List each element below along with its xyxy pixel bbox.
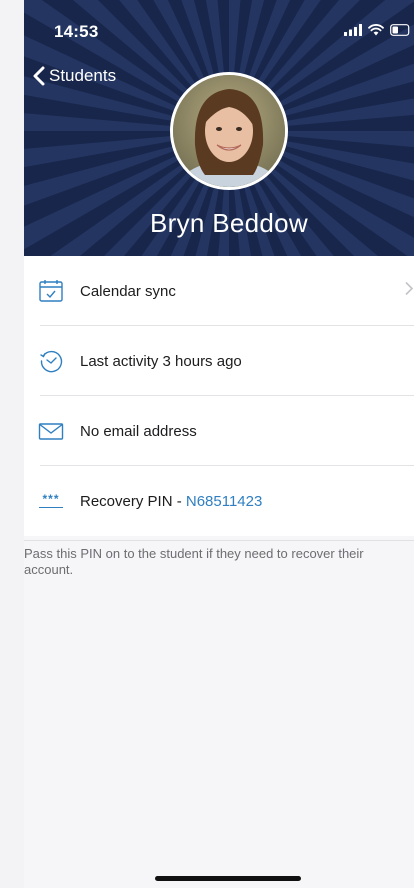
mail-icon bbox=[38, 418, 64, 444]
status-bar: 14:53 bbox=[24, 0, 414, 50]
back-button[interactable]: Students bbox=[32, 66, 116, 86]
calendar-sync-row[interactable]: Calendar sync bbox=[24, 256, 414, 326]
student-name: Bryn Beddow bbox=[150, 208, 308, 238]
profile-header: 14:53 Students Bryn Beddow bbox=[24, 0, 414, 256]
pin-icon-text: *** bbox=[42, 491, 60, 506]
recovery-pin-prefix: Recovery PIN - bbox=[80, 492, 186, 510]
clock-icon bbox=[38, 348, 64, 374]
signal-icon bbox=[344, 24, 362, 36]
recovery-pin-row: *** Recovery PIN - N68511423 bbox=[24, 466, 414, 536]
email-row: No email address bbox=[24, 396, 414, 466]
last-activity-label: Last activity 3 hours ago bbox=[80, 352, 242, 370]
chevron-left-icon bbox=[33, 66, 45, 86]
profile-details-list: Calendar sync Last activity 3 hours ago … bbox=[24, 256, 414, 536]
pin-icon: *** bbox=[38, 488, 64, 514]
email-label: No email address bbox=[80, 422, 197, 440]
calendar-icon bbox=[38, 278, 64, 304]
battery-icon bbox=[390, 24, 410, 36]
recovery-pin-value: N68511423 bbox=[185, 492, 263, 510]
recovery-pin-footnote: Pass this PIN on to the student if they … bbox=[24, 546, 364, 577]
status-time: 14:53 bbox=[54, 22, 99, 41]
last-activity-row: Last activity 3 hours ago bbox=[24, 326, 414, 396]
app-frame: 14:53 Students Bryn Beddow Calendar sync… bbox=[0, 0, 414, 888]
avatar-photo bbox=[173, 75, 285, 187]
pin-icon-underline bbox=[39, 506, 63, 509]
chevron-right-icon bbox=[404, 281, 414, 302]
back-button-label: Students bbox=[49, 66, 117, 85]
recovery-pin-label: Recovery PIN - N68511423 bbox=[80, 493, 262, 510]
list-bottom-border bbox=[24, 540, 414, 541]
phone-screen: 14:53 Students Bryn Beddow Calendar sync… bbox=[24, 0, 414, 888]
left-margin bbox=[0, 0, 24, 888]
calendar-sync-label: Calendar sync bbox=[80, 282, 176, 300]
avatar bbox=[170, 72, 288, 190]
status-icons bbox=[344, 24, 410, 36]
home-indicator[interactable] bbox=[155, 876, 301, 881]
wifi-icon bbox=[368, 24, 384, 36]
